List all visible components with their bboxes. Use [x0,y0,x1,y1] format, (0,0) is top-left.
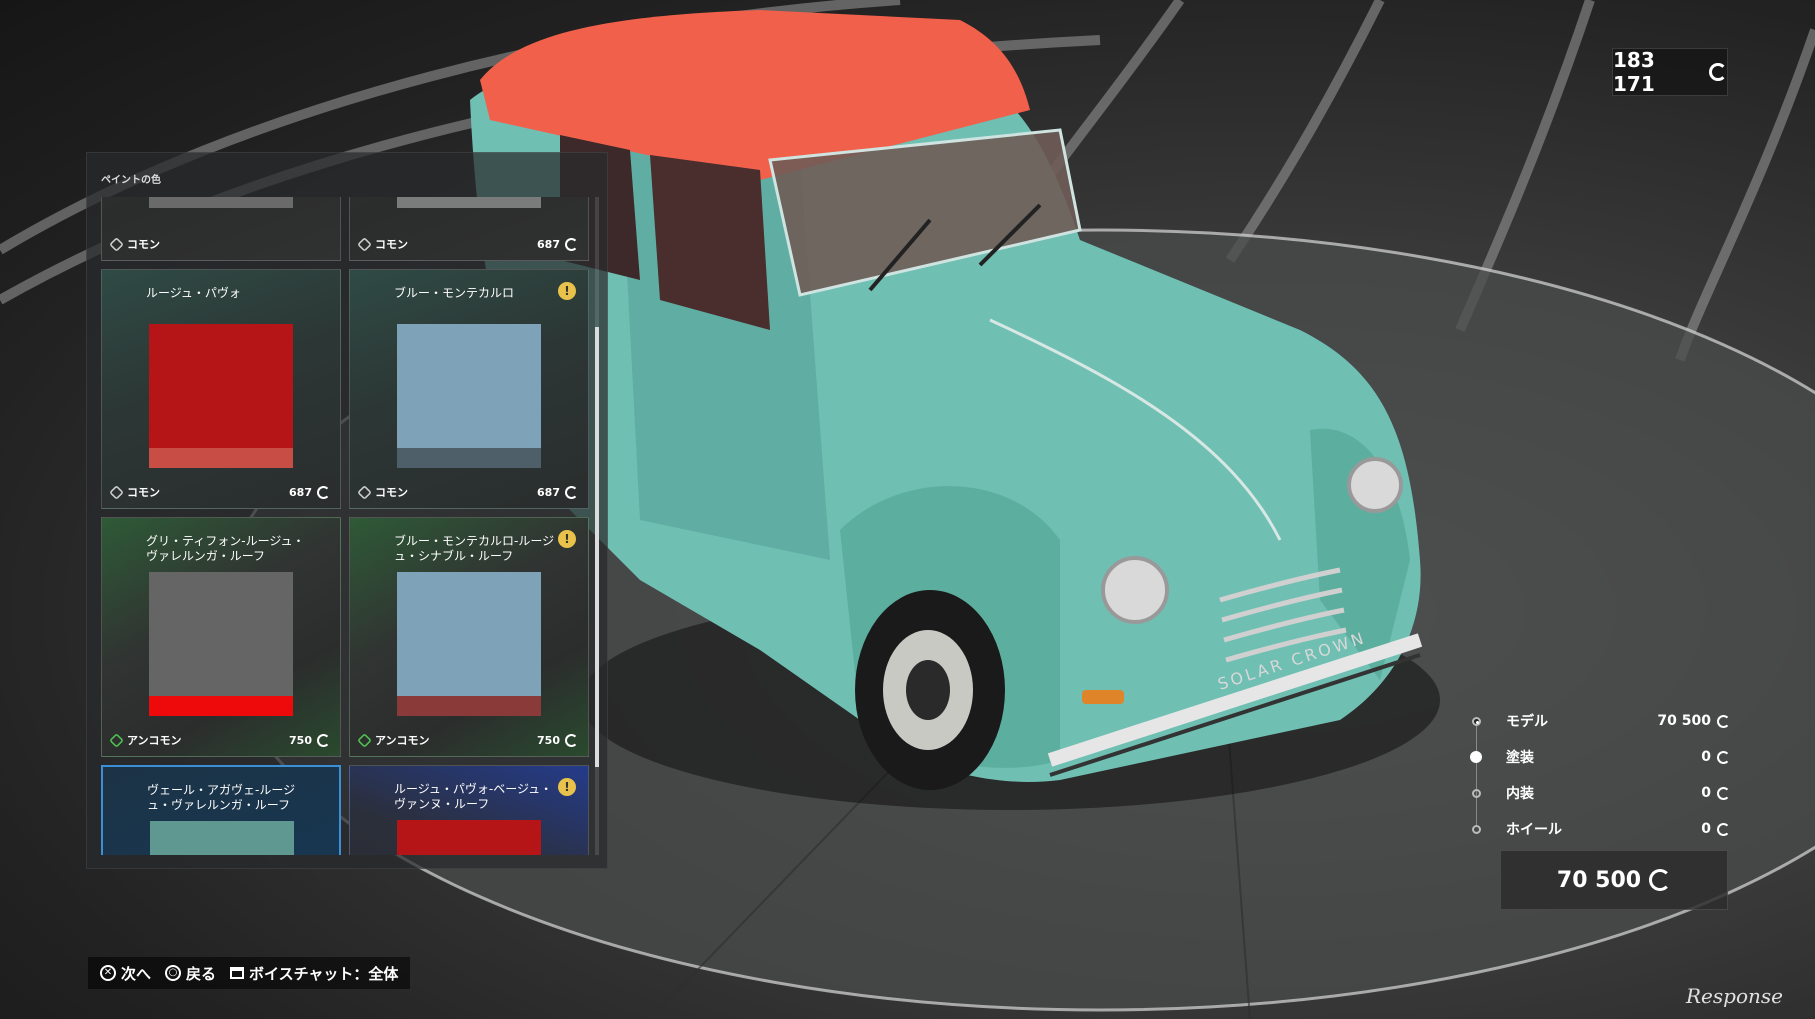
cost-label: 内装 [1506,786,1534,802]
paint-card[interactable]: ブルー・モンテカルロ ! コモン 687 [349,269,589,509]
rarity-icon [109,732,124,748]
cost-row-interior[interactable]: 内装 0 [1470,775,1730,811]
paint-name: ルージュ・パヴォ-ベージュ・ヴァンヌ・ルーフ [394,782,553,811]
paint-card[interactable]: コモン [101,197,341,261]
rarity-label: コモン [375,238,408,251]
step-dot [1472,716,1481,726]
paint-name: ブルー・モンテカルロ [394,286,515,300]
paint-card[interactable]: ブルー・モンテカルロ-ルージュ・シナブル・ルーフ ! アンコモン 750 [349,517,589,757]
paint-swatch [149,572,293,696]
credits-icon [317,485,330,499]
credits-icon [565,237,578,251]
cost-label: 塗装 [1506,750,1534,766]
lock-icon: ! [558,530,576,548]
paint-swatch-roof [149,448,293,468]
paint-color-panel: ペイントの色 コモン コモン 687 ルージュ・パヴォ コモン 687 ブルー・… [86,152,608,869]
lock-icon: ! [558,778,576,796]
rarity-icon [357,484,372,500]
price-label: 687 [289,485,312,499]
hint-label: ボイスチャット：全体 [249,964,399,983]
paint-card[interactable]: グリ・ティフォン-ルージュ・ヴァレルンガ・ルーフ アンコモン 750 [101,517,341,757]
hint-next[interactable]: ✕ 次へ [100,963,151,984]
step-dot [1472,788,1481,798]
circle-button-icon: ○ [165,965,182,981]
credits-icon [1717,822,1730,836]
price-label: 687 [537,237,560,251]
hint-label: 次へ [121,964,152,983]
cost-row-wheels[interactable]: ホイール 0 [1470,811,1730,847]
cost-value: 70 500 [1657,713,1711,729]
total-value: 70 500 [1556,867,1642,893]
rarity-icon [357,732,372,748]
rarity-label: コモン [127,486,160,499]
cost-value: 0 [1701,785,1711,801]
paint-swatch-roof [149,696,293,716]
rarity-icon [109,484,124,500]
rarity-label: アンコモン [375,734,430,747]
credits-icon [1717,786,1730,800]
credits-icon [1717,714,1730,728]
paint-swatch [149,197,293,208]
credits-icon [1709,63,1727,81]
cost-value: 0 [1701,821,1711,837]
paint-swatch [397,820,541,855]
credits-icon [565,485,578,499]
wallet-amount: 183 171 [1613,48,1655,96]
panel-title: ペイントの色 [101,175,161,186]
paint-swatch [150,821,294,855]
cost-row-paint[interactable]: 塗装 0 [1470,739,1730,775]
touchpad-icon [230,967,245,979]
paint-swatch [397,197,541,208]
wallet-balance: 183 171 [1612,48,1728,96]
paint-swatch-roof [397,448,541,468]
rarity-icon [109,236,124,252]
credits-icon [565,733,578,747]
paint-card[interactable]: ルージュ・パヴォ-ベージュ・ヴァンヌ・ルーフ ! [349,765,589,855]
paint-grid: コモン コモン 687 ルージュ・パヴォ コモン 687 ブルー・モンテカルロ … [101,197,591,855]
paint-name: ルージュ・パヴォ [146,286,241,300]
paint-swatch [149,324,293,448]
rarity-label: コモン [127,238,160,251]
watermark-logo: Response [1686,984,1783,1008]
total-price: 70 500 [1500,850,1728,910]
controller-hints: ✕ 次へ ○ 戻る ボイスチャット：全体 [88,957,411,989]
paint-name: ヴェール・アガヴェ-ルージュ・ヴァレルンガ・ルーフ [147,783,296,812]
panel-scrollbar[interactable] [595,197,599,855]
rarity-label: コモン [375,486,408,499]
cost-value: 0 [1701,749,1711,765]
step-dot-active [1470,751,1482,763]
rarity-label: アンコモン [127,734,182,747]
paint-swatch [397,324,541,448]
paint-name: ブルー・モンテカルロ-ルージュ・シナブル・ルーフ [394,534,555,563]
price-label: 750 [537,733,560,747]
price-label: 750 [289,733,312,747]
hint-label: 戻る [186,964,217,983]
credits-icon [1649,869,1672,891]
paint-swatch-roof [397,696,541,716]
credits-icon [1717,750,1730,764]
hint-voice-chat[interactable]: ボイスチャット：全体 [230,963,398,984]
paint-card[interactable]: コモン 687 [349,197,589,261]
cost-label: モデル [1506,714,1548,730]
credits-icon [317,733,330,747]
rarity-icon [357,236,372,252]
scrollbar-thumb[interactable] [595,327,599,767]
paint-card-selected[interactable]: ヴェール・アガヴェ-ルージュ・ヴァレルンガ・ルーフ [101,765,341,855]
step-dot [1472,824,1481,834]
cost-label: ホイール [1506,822,1562,838]
paint-name: グリ・ティフォン-ルージュ・ヴァレルンガ・ルーフ [146,534,305,563]
paint-swatch [397,572,541,696]
cost-breakdown: モデル 70 500 塗装 0 内装 0 ホイール 0 [1470,703,1730,847]
hint-back[interactable]: ○ 戻る [165,963,216,984]
price-label: 687 [537,485,560,499]
cost-row-model[interactable]: モデル 70 500 [1470,703,1730,739]
paint-card[interactable]: ルージュ・パヴォ コモン 687 [101,269,341,509]
lock-icon: ! [558,282,576,300]
cross-button-icon: ✕ [100,965,116,981]
